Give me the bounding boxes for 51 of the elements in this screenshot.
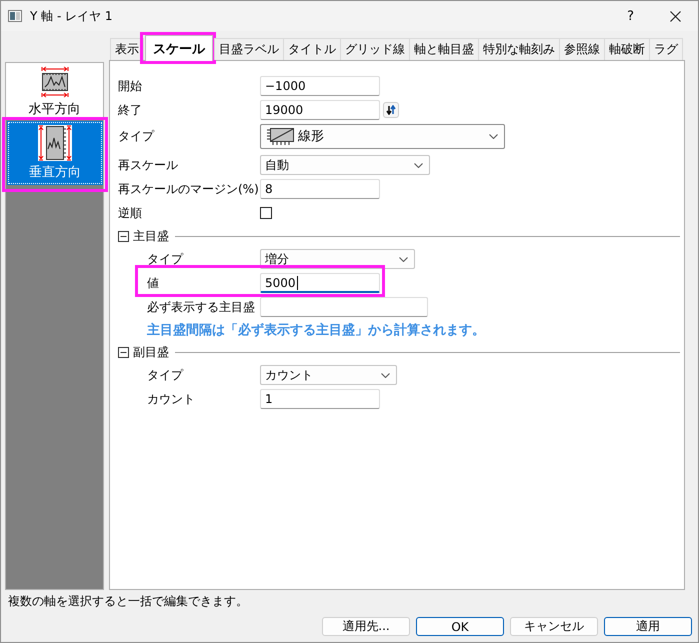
tab[interactable]: スケール <box>145 35 213 61</box>
close-icon[interactable] <box>670 10 681 22</box>
field-label: 値 <box>147 274 160 292</box>
horizontal-axis-icon <box>40 66 68 98</box>
input-field[interactable]: 8 <box>260 179 380 199</box>
input-field[interactable]: 1 <box>260 389 380 409</box>
help-button[interactable]: ? <box>627 8 634 24</box>
axis-list-item[interactable]: 水平方向 <box>6 63 103 119</box>
collapse-icon[interactable] <box>118 230 129 242</box>
linear-scale-icon <box>265 126 295 146</box>
input-field[interactable]: −1000 <box>260 76 380 96</box>
collapse-icon[interactable] <box>118 346 129 358</box>
field-label: 終了 <box>118 102 143 118</box>
checkbox[interactable] <box>260 207 272 219</box>
section-heading: 主目盛 <box>133 228 169 244</box>
field-label: タイプ <box>118 128 156 144</box>
field-label: カウント <box>147 390 196 408</box>
dialog-button[interactable]: 適用 <box>604 617 692 636</box>
input-field[interactable] <box>260 297 428 317</box>
section-heading: 副目盛 <box>133 344 169 360</box>
chevron-down-icon <box>414 162 423 168</box>
window-icon <box>8 10 22 22</box>
status-text: 複数の軸を選択すると一括で編集できます。 <box>7 592 249 610</box>
chevron-down-icon <box>489 134 498 138</box>
up-down-arrows-icon <box>386 105 396 115</box>
dropdown[interactable]: カウント <box>260 365 397 385</box>
tab[interactable]: ラグ <box>649 38 683 60</box>
dialog-button[interactable]: 適用先... <box>322 617 410 636</box>
tab[interactable]: 表示 <box>110 38 144 60</box>
field-label: 逆順 <box>118 204 143 222</box>
input-field[interactable]: 5000 <box>260 273 380 293</box>
field-label: 開始 <box>118 78 143 94</box>
swap-button[interactable] <box>383 102 399 118</box>
field-label: タイプ <box>147 366 184 384</box>
axis-list-item[interactable]: 垂直方向 <box>7 121 103 185</box>
vertical-axis-icon <box>38 125 72 161</box>
field-label: 再スケールのマージン(%) <box>118 180 260 198</box>
window-title: Y 軸 - レイヤ 1 <box>30 8 113 24</box>
field-label: タイプ <box>147 250 184 268</box>
info-note: 主目盛間隔は「必ず表示する主目盛」から計算されます。 <box>147 322 485 339</box>
chevron-down-icon <box>399 256 408 262</box>
dialog-button[interactable]: キャンセル <box>510 617 598 636</box>
chevron-down-icon <box>381 372 390 378</box>
tab[interactable]: 目盛ラベル <box>214 38 284 60</box>
field-label: 再スケール <box>118 156 179 174</box>
dropdown[interactable]: 線形 <box>260 124 505 148</box>
field-label: 必ず表示する主目盛 <box>147 298 256 316</box>
text-cursor <box>296 276 298 290</box>
dropdown[interactable]: 自動 <box>260 155 430 175</box>
dialog-button[interactable]: OK <box>416 617 504 636</box>
input-field[interactable]: 19000 <box>260 100 380 120</box>
